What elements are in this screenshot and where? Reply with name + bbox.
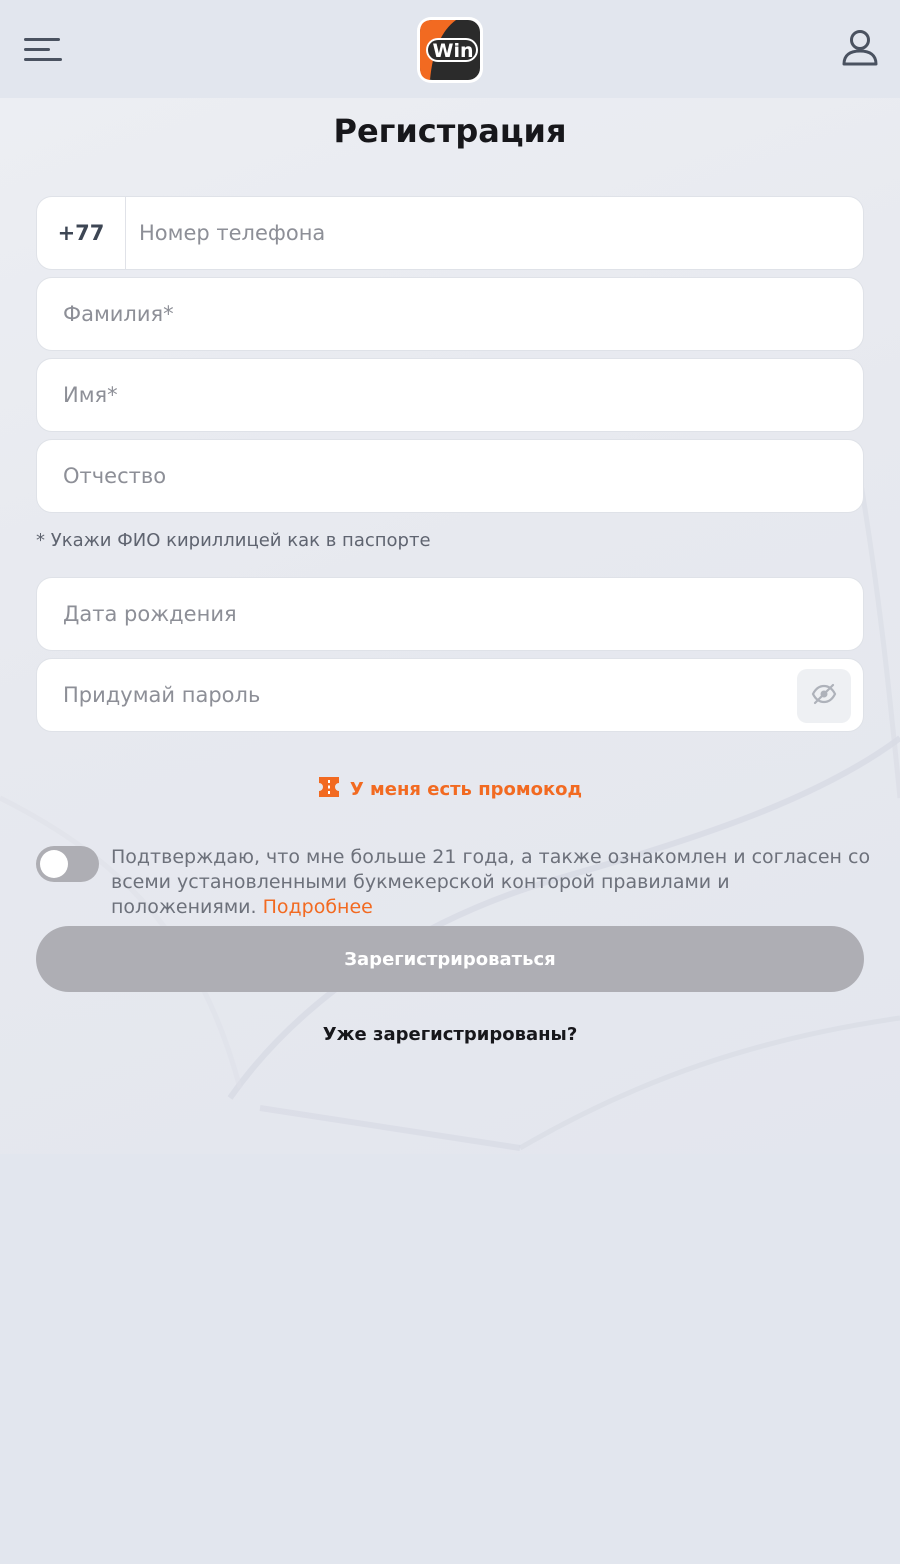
consent-body: Подтверждаю, что мне больше 21 года, а т… — [111, 846, 871, 918]
surname-field — [36, 277, 864, 351]
promo-code-link[interactable]: У меня есть промокод — [0, 776, 900, 802]
age-consent-toggle[interactable] — [36, 846, 99, 882]
consent-more-link[interactable]: Подробнее — [263, 896, 373, 918]
hamburger-menu-icon[interactable] — [22, 34, 64, 64]
password-input[interactable] — [63, 659, 763, 731]
password-visibility-toggle[interactable] — [797, 669, 851, 723]
user-profile-icon[interactable] — [838, 26, 882, 70]
register-button[interactable]: Зарегистрироваться — [36, 926, 864, 992]
name-hint: * Укажи ФИО кириллицей как в паспорте — [36, 530, 431, 551]
birthdate-field — [36, 577, 864, 651]
consent-text: Подтверждаю, что мне больше 21 года, а т… — [111, 845, 871, 920]
toggle-knob — [40, 850, 68, 878]
name-field — [36, 358, 864, 432]
birthdate-input[interactable] — [63, 578, 823, 650]
password-field — [36, 658, 864, 732]
name-input[interactable] — [63, 359, 823, 431]
page-title: Регистрация — [333, 112, 567, 150]
brand-logo: Win — [416, 16, 484, 84]
patronymic-input[interactable] — [63, 440, 823, 512]
logo-text: Win — [433, 40, 474, 62]
phone-field: +77 — [36, 196, 864, 270]
patronymic-field — [36, 439, 864, 513]
surname-input[interactable] — [63, 278, 823, 350]
phone-input[interactable] — [139, 197, 839, 269]
already-registered-link[interactable]: Уже зарегистрированы? — [0, 1024, 900, 1045]
coupon-icon — [318, 776, 340, 802]
app-header: Win — [0, 0, 900, 98]
promo-code-label: У меня есть промокод — [349, 778, 583, 800]
eye-off-icon — [811, 683, 837, 709]
phone-prefix[interactable]: +77 — [37, 197, 126, 269]
